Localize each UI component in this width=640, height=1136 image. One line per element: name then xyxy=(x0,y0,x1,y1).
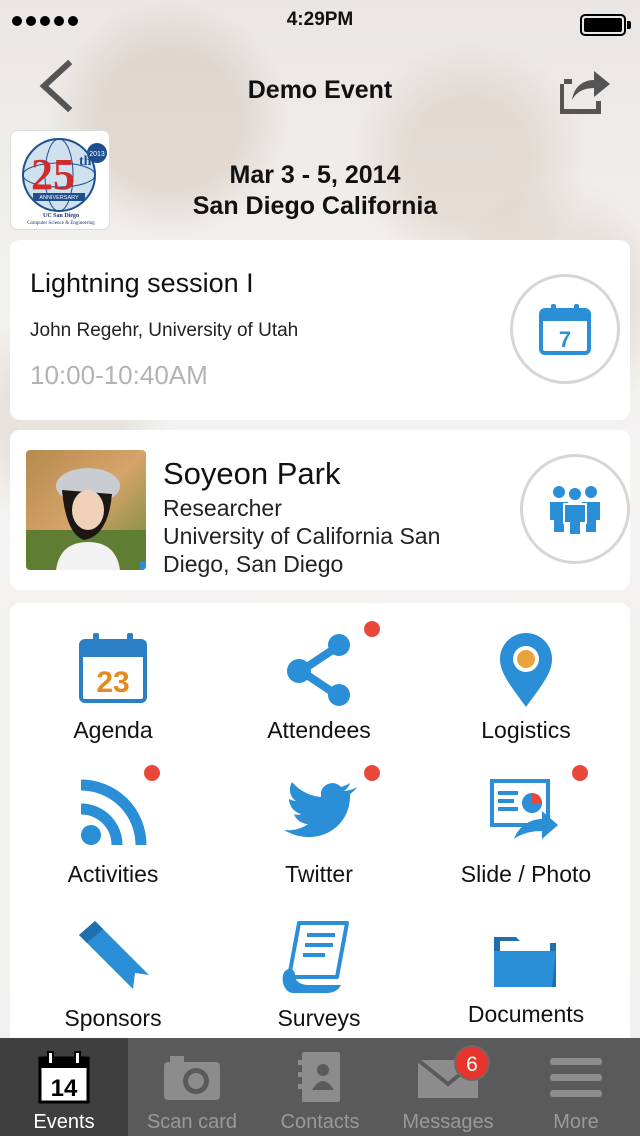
feature-menu-grid: 23 Agenda Attendees Logistics Activities xyxy=(10,603,630,1043)
tab-label: Scan card xyxy=(146,1111,238,1133)
session-title: Lightning session I xyxy=(30,268,254,298)
calendar-icon: 7 xyxy=(539,304,591,355)
menu-label: Surveys xyxy=(277,1005,361,1031)
menu-item-activities[interactable]: Activities xyxy=(10,747,216,887)
status-bar: 4:29PM xyxy=(0,0,640,40)
svg-text:UC San Diego: UC San Diego xyxy=(43,213,79,219)
tab-bar: 14 Events Scan card Contacts 6 Messages xyxy=(0,1038,640,1136)
menu-label: Attendees xyxy=(267,717,371,743)
event-dates: Mar 3 - 5, 2014 xyxy=(229,161,401,189)
nav-bar: Demo Event xyxy=(0,58,640,128)
notification-dot xyxy=(364,621,380,637)
document-scroll-icon xyxy=(282,921,349,993)
camera-icon xyxy=(164,1056,220,1100)
session-card[interactable]: Lightning session I John Regehr, Univers… xyxy=(10,240,630,420)
avatar-photo xyxy=(26,450,146,570)
slide-chart-icon xyxy=(490,779,558,839)
session-speaker: John Regehr, University of Utah xyxy=(30,320,299,341)
menu-label: Sponsors xyxy=(64,1005,162,1031)
svg-text:7: 7 xyxy=(559,327,571,352)
menu-item-twitter[interactable]: Twitter xyxy=(216,747,422,887)
map-pin-icon xyxy=(500,633,552,707)
rss-icon xyxy=(80,779,147,846)
svg-text:2013: 2013 xyxy=(89,151,105,158)
session-time: 10:00-10:40AM xyxy=(30,360,208,390)
svg-text:25: 25 xyxy=(31,150,75,199)
menu-item-sponsors[interactable]: Sponsors xyxy=(10,891,216,1031)
tab-contacts[interactable]: Contacts xyxy=(256,1038,384,1136)
person-name: Soyeon Park xyxy=(163,456,341,491)
twitter-bird-icon xyxy=(284,782,357,838)
menu-label: Documents xyxy=(467,1001,585,1027)
tab-label: More xyxy=(553,1111,599,1133)
add-to-calendar-button[interactable]: 7 xyxy=(510,274,620,384)
menu-label: Slide / Photo xyxy=(460,861,592,887)
tab-label: Contacts xyxy=(280,1111,360,1133)
menu-label: Logistics xyxy=(481,717,571,743)
menu-item-agenda[interactable]: 23 Agenda xyxy=(10,603,216,743)
battery-icon xyxy=(580,14,631,36)
menu-item-logistics[interactable]: Logistics xyxy=(422,603,630,743)
anniversary-logo-icon: 25 th 2013 ANNIVERSARY UC San Diego Comp… xyxy=(11,131,109,229)
svg-text:Computer Science & Engineering: Computer Science & Engineering xyxy=(27,221,95,226)
tab-messages[interactable]: 6 Messages xyxy=(384,1038,512,1136)
tab-events[interactable]: 14 Events xyxy=(0,1038,128,1136)
event-logo: 25 th 2013 ANNIVERSARY UC San Diego Comp… xyxy=(10,130,110,230)
status-time: 4:29PM xyxy=(286,9,354,30)
menu-label: Agenda xyxy=(73,717,153,743)
notification-dot xyxy=(144,765,160,781)
unread-badge: 6 xyxy=(454,1045,490,1081)
event-location: San Diego California xyxy=(192,192,438,220)
tab-label: Events xyxy=(33,1111,95,1133)
share-icon xyxy=(560,71,610,114)
menu-item-documents[interactable]: Documents xyxy=(422,891,630,1031)
contacts-book-icon xyxy=(298,1052,340,1102)
share-nodes-icon xyxy=(287,634,350,706)
calendar-icon: 14 xyxy=(38,1051,90,1104)
menu-item-slide-photo[interactable]: Slide / Photo xyxy=(422,747,630,887)
tab-more[interactable]: More xyxy=(512,1038,640,1136)
page-title: Demo Event xyxy=(247,76,393,104)
tab-scan-card[interactable]: Scan card xyxy=(128,1038,256,1136)
tab-label: Messages xyxy=(402,1111,494,1133)
person-organization: University of California San Diego, San … xyxy=(163,523,441,577)
svg-text:23: 23 xyxy=(96,666,129,699)
avatar xyxy=(26,450,146,570)
person-role: Researcher xyxy=(163,495,282,521)
menu-item-surveys[interactable]: Surveys xyxy=(216,891,422,1031)
share-button[interactable] xyxy=(556,66,612,114)
people-icon xyxy=(550,486,600,536)
notification-dot xyxy=(364,765,380,781)
notification-dot xyxy=(572,765,588,781)
event-info: Mar 3 - 5, 2014 San Diego California xyxy=(150,160,480,222)
menu-label: Twitter xyxy=(285,861,353,887)
menu-icon xyxy=(550,1058,602,1097)
ribbon-icon xyxy=(79,921,149,989)
calendar-icon: 23 xyxy=(79,633,147,703)
people-button[interactable] xyxy=(520,454,630,564)
menu-item-attendees[interactable]: Attendees xyxy=(216,603,422,743)
folder-icon xyxy=(494,937,556,987)
svg-text:14: 14 xyxy=(51,1075,78,1102)
svg-text:ANNIVERSARY: ANNIVERSARY xyxy=(39,195,79,201)
person-card[interactable]: Soyeon Park Researcher University of Cal… xyxy=(10,430,630,590)
menu-label: Activities xyxy=(67,861,159,887)
